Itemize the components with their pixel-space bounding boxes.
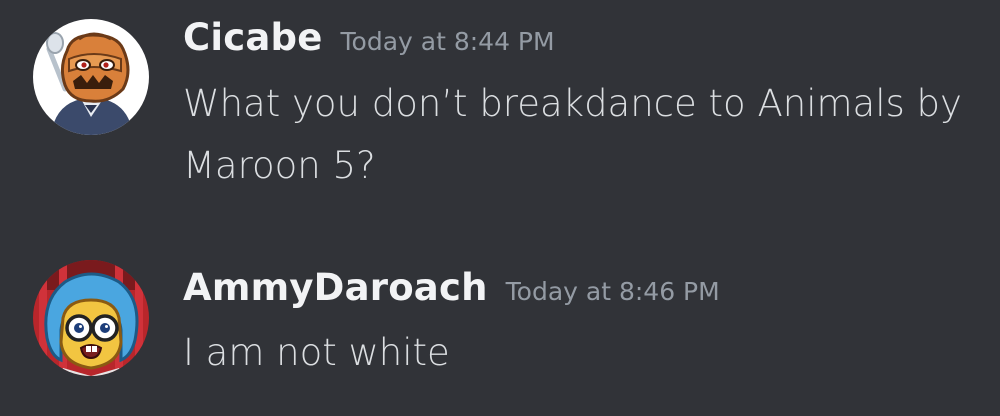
message-header: Cicabe Today at 8:44 PM (183, 16, 555, 59)
username[interactable]: AmmyDaroach (183, 266, 488, 309)
user-avatar[interactable] (33, 19, 149, 135)
username[interactable]: Cicabe (183, 16, 323, 59)
chat-message: Cicabe Today at 8:44 PM What you don’t br… (0, 0, 1000, 230)
timestamp[interactable]: Today at 8:46 PM (506, 277, 720, 306)
user-avatar[interactable] (33, 260, 149, 376)
message-content: I am not white (183, 331, 450, 374)
message-header: AmmyDaroach Today at 8:46 PM (183, 266, 720, 309)
blue-hair-character-avatar-icon (33, 260, 149, 376)
timestamp[interactable]: Today at 8:44 PM (341, 27, 555, 56)
chat-message: AmmyDaroach Today at 8:46 PM I am not whi… (0, 255, 1000, 395)
message-content: What you don’t breakdance to Animals by … (183, 82, 962, 187)
pumpkin-head-character-avatar-icon (33, 19, 149, 135)
